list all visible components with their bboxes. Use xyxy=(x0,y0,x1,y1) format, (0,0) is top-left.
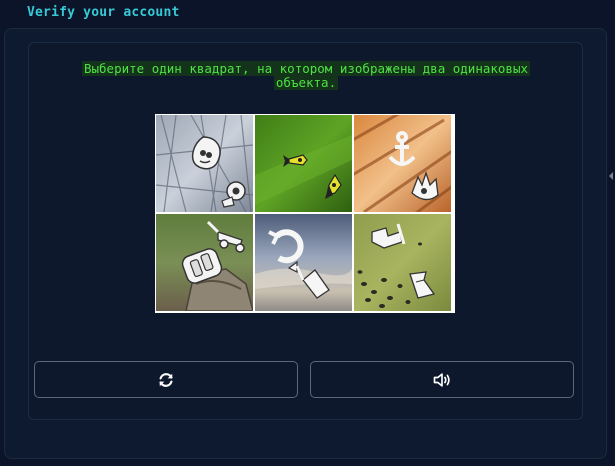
captcha-tile-1[interactable] xyxy=(156,115,253,212)
tile-1-image xyxy=(156,115,253,212)
captcha-tile-4[interactable] xyxy=(156,214,253,311)
captcha-image-grid xyxy=(155,114,455,313)
captcha-instruction: Выберите один квадрат, на котором изобра… xyxy=(72,61,540,90)
captcha-tile-3[interactable] xyxy=(354,115,451,212)
captcha-instruction-text: Выберите один квадрат, на котором изобра… xyxy=(81,61,530,90)
tile-2-image xyxy=(255,115,352,212)
reload-button[interactable] xyxy=(34,361,298,398)
page-title: Verify your account xyxy=(27,5,180,20)
audio-button[interactable] xyxy=(310,361,574,398)
tile-4-image xyxy=(156,214,253,311)
refresh-icon xyxy=(159,372,173,387)
captcha-tile-6[interactable] xyxy=(354,214,451,311)
scroll-arrow-icon[interactable] xyxy=(609,172,613,180)
tile-5-image xyxy=(255,214,352,311)
tile-6-image xyxy=(354,214,451,311)
captcha-tile-2[interactable] xyxy=(255,115,352,212)
tile-3-image xyxy=(354,115,451,212)
captcha-tile-5[interactable] xyxy=(255,214,352,311)
speaker-icon xyxy=(433,372,450,387)
